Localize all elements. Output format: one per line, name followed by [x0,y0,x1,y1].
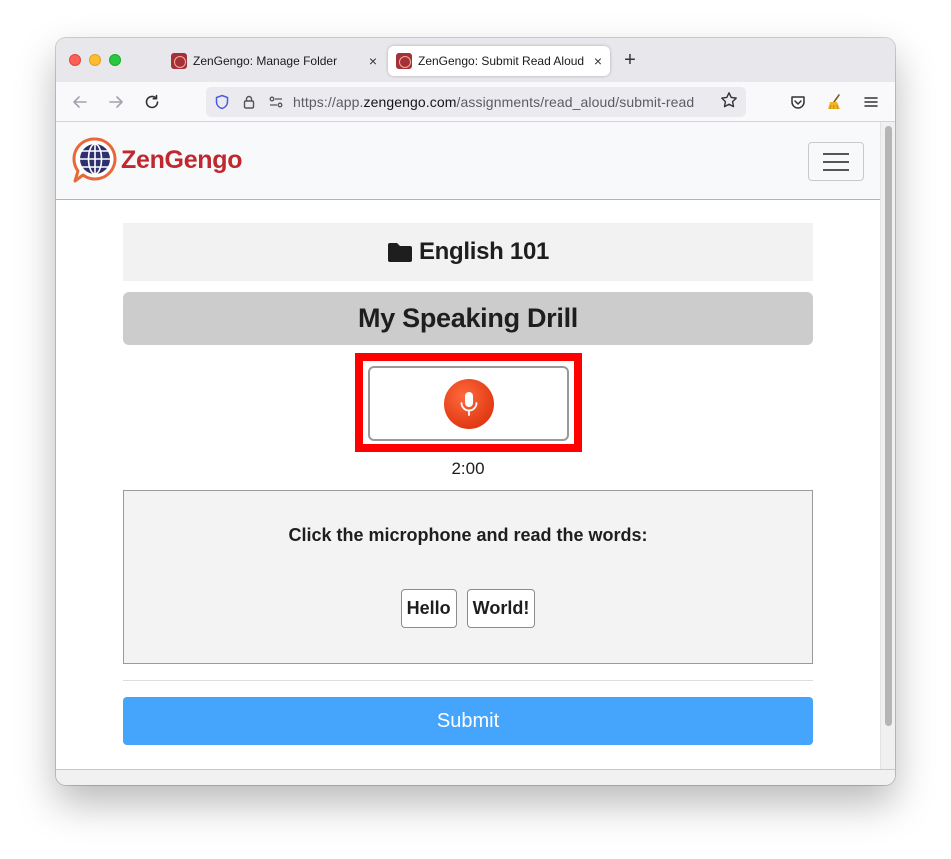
hamburger-menu-button[interactable] [808,142,864,181]
word-list: Hello World! [124,589,812,628]
window-zoom-button[interactable] [109,54,121,66]
window-bottom-edge [56,769,895,785]
assignment-title: My Speaking Drill [123,292,813,345]
hamburger-line [823,168,849,171]
record-microphone-button[interactable] [368,366,569,441]
submit-button[interactable]: Submit [123,697,813,745]
forward-arrow-icon[interactable] [105,91,127,113]
instruction-text: Click the microphone and read the words: [288,525,648,545]
tab-close-icon[interactable]: × [361,53,385,69]
permissions-icon[interactable] [265,91,287,113]
microphone-icon [443,378,494,429]
address-bar[interactable]: https://app.zengengo.com/assignments/rea… [206,87,746,117]
tab-close-icon[interactable]: × [586,53,610,69]
folder-name: English 101 [418,238,550,265]
tab-manage-folder[interactable]: ZenGengo: Manage Folder × [163,46,385,76]
folder-header[interactable]: English 101 [123,223,813,281]
tab-title: ZenGengo: Submit Read Aloud [418,54,585,68]
shield-icon[interactable] [211,91,233,113]
divider [123,680,813,681]
lock-icon[interactable] [238,91,260,113]
brand-name: ZenGengo [121,145,243,174]
recording-timer: 2:00 [451,459,485,478]
folder-icon [387,242,413,263]
tab-strip: ZenGengo: Manage Folder × ZenGengo: Subm… [56,38,895,82]
star-icon[interactable] [716,91,742,114]
tab-submit-read-aloud[interactable]: ZenGengo: Submit Read Aloud × [388,46,610,76]
globe-chat-icon [72,137,117,183]
words-panel: Click the microphone and read the words:… [123,490,813,664]
word-chip: World! [466,589,536,628]
reload-icon[interactable] [141,91,163,113]
site-navbar: ZenGengo [56,122,880,200]
new-tab-button[interactable]: + [620,50,640,70]
extension-broom-icon[interactable] [824,91,846,113]
zengengo-favicon-icon [396,53,412,69]
url-host: zengengo.com [363,94,457,110]
word-chip: Hello [400,589,457,628]
zengengo-favicon-icon [171,53,187,69]
web-page: ZenGengo English 101 My Speaking Drill 2… [56,122,880,769]
browser-window: ZenGengo: Manage Folder × ZenGengo: Subm… [56,38,895,785]
scrollbar-thumb[interactable] [885,126,892,726]
url-text[interactable]: https://app.zengengo.com/assignments/rea… [293,94,716,110]
window-minimize-button[interactable] [89,54,101,66]
hamburger-line [823,152,849,155]
page-scrollbar[interactable] [880,122,895,769]
navigation-toolbar: https://app.zengengo.com/assignments/rea… [56,82,895,122]
url-path: /assignments/read_aloud/submit-read [456,94,695,110]
menu-icon[interactable] [860,91,882,113]
zengengo-logo[interactable]: ZenGengo [72,136,243,184]
window-close-button[interactable] [69,54,81,66]
url-prefix: https://app. [293,94,364,110]
mic-highlight-frame [355,353,582,452]
hamburger-line [823,160,849,163]
back-arrow-icon[interactable] [69,91,91,113]
pocket-icon[interactable] [787,91,809,113]
assignment-title-text: My Speaking Drill [358,303,578,333]
tab-title: ZenGengo: Manage Folder [193,54,338,68]
